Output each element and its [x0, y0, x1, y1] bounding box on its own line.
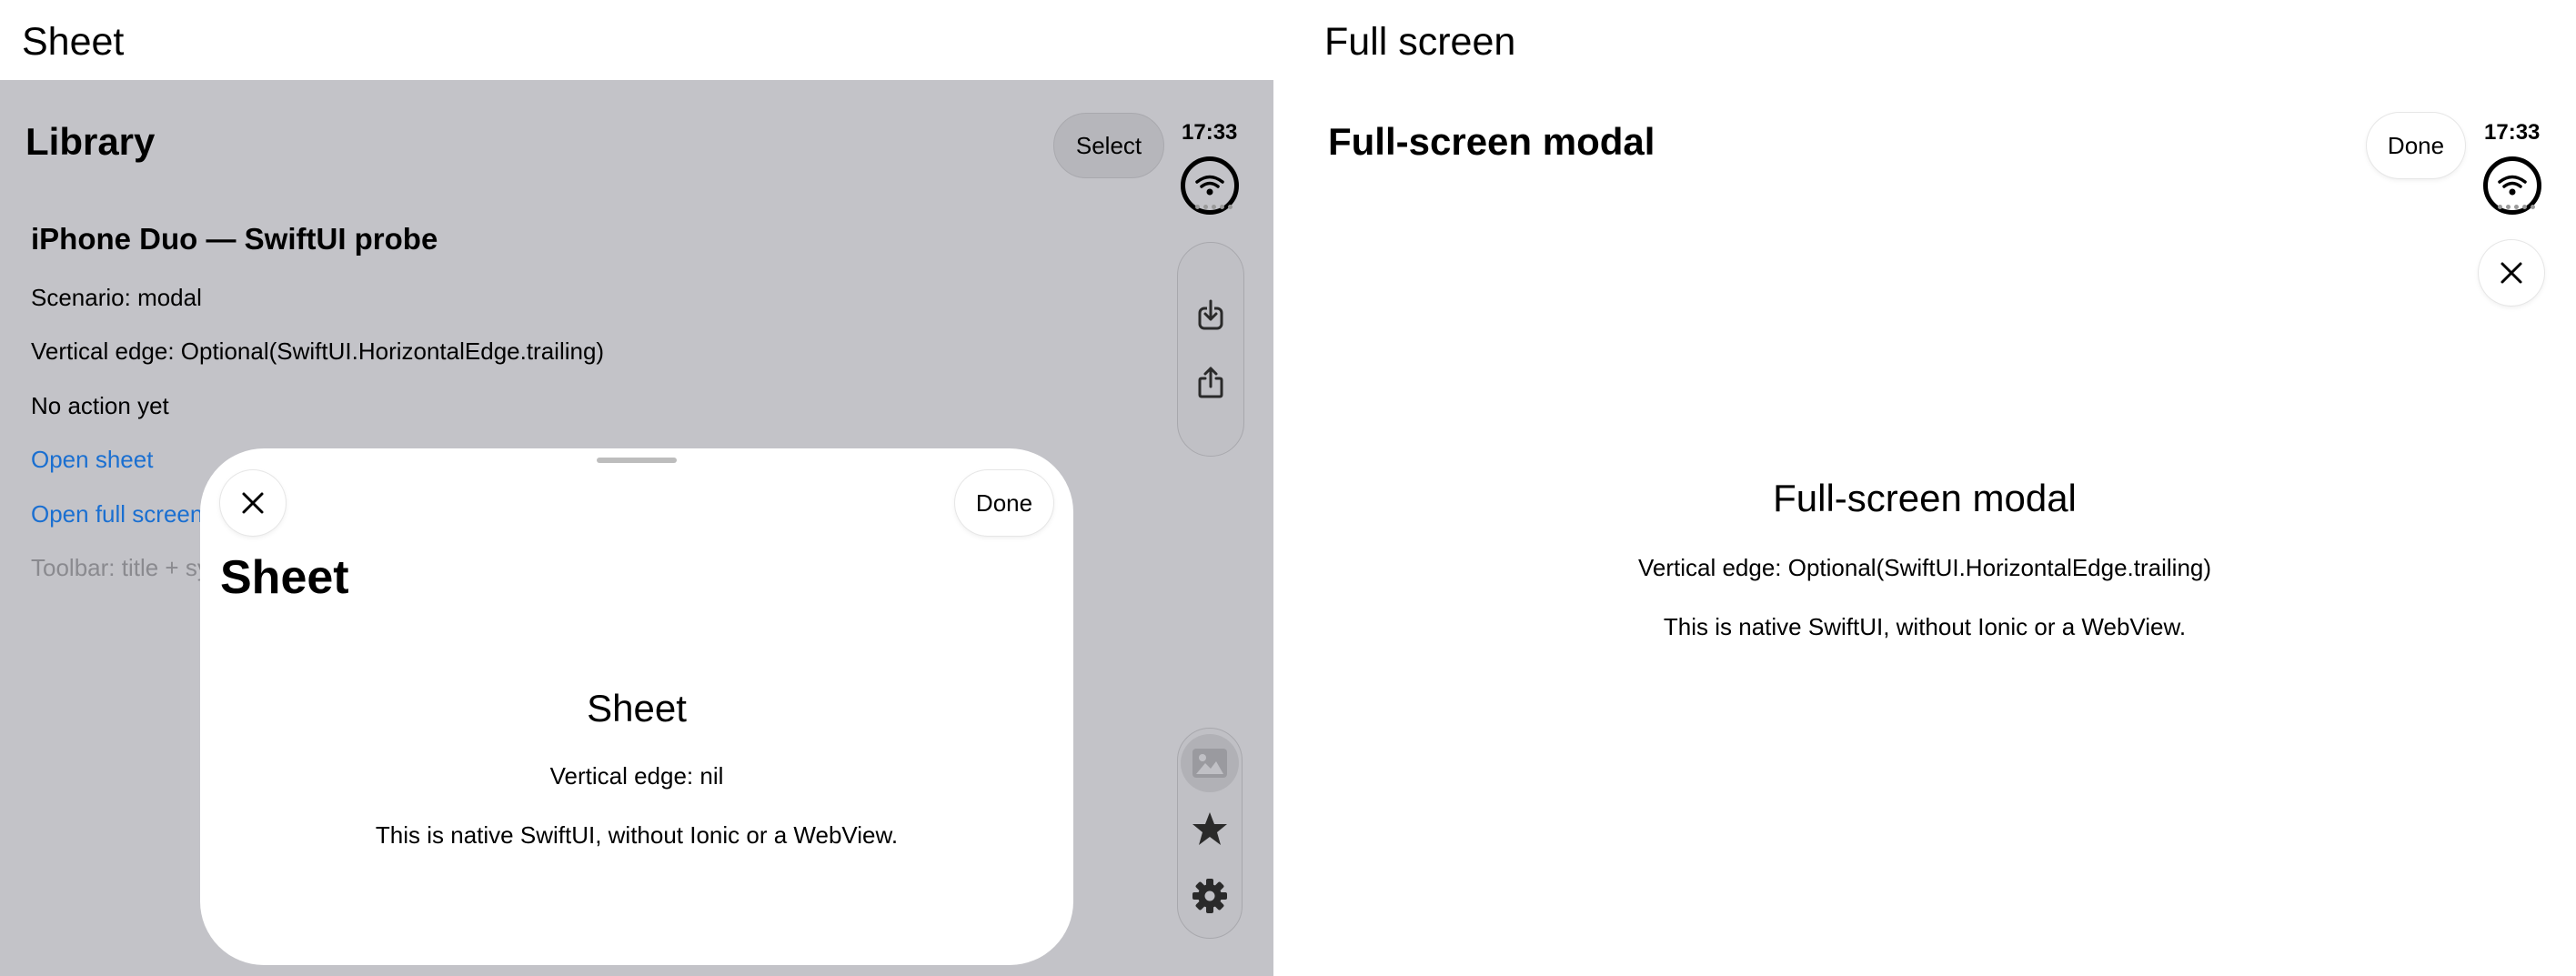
open-sheet-link[interactable]: Open sheet: [31, 446, 153, 474]
library-title: Library: [25, 120, 156, 163]
open-full-screen-link[interactable]: Open full screen: [31, 500, 203, 528]
full-screen-native-note: This is native SwiftUI, without Ionic or…: [1663, 613, 2187, 640]
sheet-vertical-edge: Vertical edge: nil: [549, 762, 724, 790]
full-screen-demo-panel: Full-screen modal Done 17:33 Full-screen…: [1273, 80, 2576, 976]
close-icon[interactable]: [2479, 240, 2544, 306]
download-icon[interactable]: [1180, 285, 1242, 347]
full-screen-vertical-edge: Vertical edge: Optional(SwiftUI.Horizont…: [1637, 554, 2212, 581]
full-screen-done-button[interactable]: Done: [2367, 113, 2465, 178]
action-status: No action yet: [31, 392, 169, 419]
share-icon[interactable]: [1180, 352, 1242, 414]
close-icon[interactable]: [220, 470, 286, 536]
full-screen-body-title: Full-screen modal: [1773, 477, 2077, 519]
sheet-title: Sheet: [220, 551, 349, 604]
toolbar-label: Toolbar: title + sy: [31, 554, 209, 581]
full-screen-title: Full-screen modal: [1328, 120, 1655, 163]
probe-heading: iPhone Duo — SwiftUI probe: [31, 222, 438, 256]
sheet-modal: Done Sheet Sheet Vertical edge: nil This…: [200, 448, 1073, 965]
caption-full-screen: Full screen: [1324, 20, 1516, 64]
vertical-edge-label: Vertical edge: Optional(SwiftUI.Horizont…: [31, 337, 605, 365]
gear-icon[interactable]: [1179, 865, 1241, 927]
status-time: 17:33: [1182, 120, 1238, 145]
star-icon[interactable]: [1179, 798, 1241, 860]
bottom-toolbar: [1177, 728, 1243, 939]
photo-icon[interactable]: [1181, 734, 1239, 792]
select-button[interactable]: Select: [1053, 113, 1164, 178]
signal-dots: [1195, 205, 1233, 209]
sheet-body-title: Sheet: [587, 687, 687, 729]
status-time-full-screen: 17:33: [2484, 120, 2541, 145]
scenario-label: Scenario: modal: [31, 284, 202, 311]
top-toolbar: [1177, 242, 1244, 457]
sheet-native-note: This is native SwiftUI, without Ionic or…: [375, 821, 899, 849]
sheet-done-button[interactable]: Done: [955, 470, 1053, 536]
sheet-demo-panel: Library Select 17:33 iPhone Duo — SwiftU…: [0, 80, 1273, 976]
sheet-grabber[interactable]: [597, 458, 677, 463]
caption-sheet: Sheet: [22, 20, 125, 64]
signal-dots: [2498, 205, 2535, 209]
